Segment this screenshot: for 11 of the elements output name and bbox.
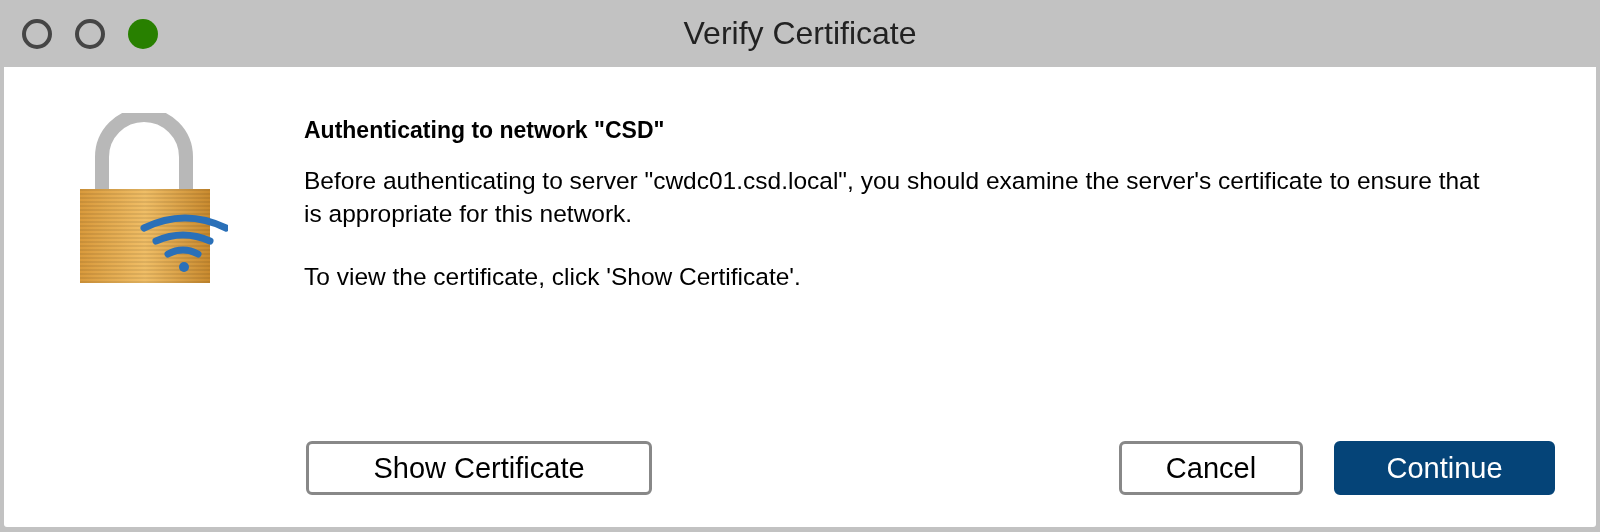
dialog-message: Before authenticating to server "cwdc01.csd.local", you should examine the server's certificate to ensure that is appropriate for this network. (304, 166, 1481, 229)
dialog-heading: Authenticating to network "CSD" (304, 117, 666, 144)
dialog-message: To view the certificate, click 'Show Certificate'. (304, 262, 802, 292)
window-control-button[interactable] (128, 18, 158, 49)
dialog-button[interactable]: Cancel (1119, 441, 1303, 495)
window-control-button[interactable] (75, 18, 105, 49)
window-control-button[interactable] (22, 18, 52, 49)
window-title: Verify Certificate (683, 15, 917, 51)
dialog-button[interactable]: Show Certificate (306, 441, 652, 495)
lock-wifi-icon (80, 113, 228, 285)
primary-button[interactable]: Continue (1334, 441, 1555, 495)
